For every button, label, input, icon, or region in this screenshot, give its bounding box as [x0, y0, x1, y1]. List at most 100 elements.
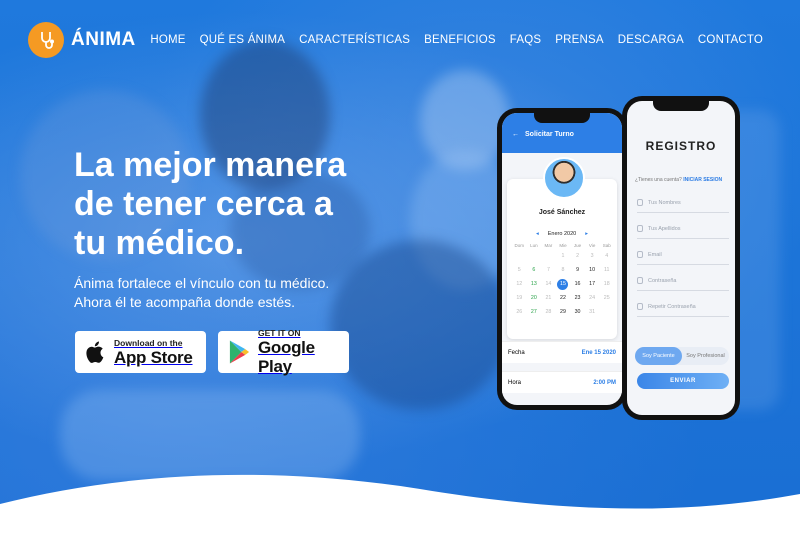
calendar-day[interactable]: 16: [570, 281, 585, 287]
app-store-button[interactable]: Download on the App Store: [75, 331, 206, 373]
bottom-wave: [0, 474, 800, 534]
phone-notch: [653, 101, 709, 111]
brand-name: ÁNIMA: [71, 29, 136, 50]
apple-icon: [86, 341, 104, 363]
app-store-big: App Store: [114, 347, 193, 367]
field-nombres[interactable]: Tus Nombres: [637, 193, 729, 213]
calendar-weekdays: Dom Lun Mar Mie Jue Vie Sab: [512, 241, 614, 249]
headline-line: La mejor manera: [74, 146, 347, 184]
hora-row[interactable]: Hora 2:00 PM: [502, 371, 622, 393]
fecha-row[interactable]: Fecha Ene 15 2020: [502, 341, 622, 363]
nav-item-home[interactable]: HOME: [143, 34, 192, 46]
calendar-day[interactable]: 25: [599, 295, 614, 301]
fecha-value: Ene 15 2020: [581, 349, 616, 356]
weekday-label: Mie: [559, 242, 567, 248]
google-play-text: GET IT ON Google Play: [258, 328, 349, 376]
turno-screen: ← Solicitar Turno José Sánchez ◂ Enero 202…: [502, 113, 622, 405]
brand-logo[interactable]: ÁNIMA: [28, 22, 136, 58]
toggle-patient[interactable]: Soy Paciente: [635, 347, 682, 365]
doctor-avatar: [543, 157, 585, 199]
weekday-label: Jue: [573, 242, 582, 248]
turno-title: Solicitar Turno: [525, 131, 574, 138]
fecha-label: Fecha: [508, 349, 525, 356]
calendar-day[interactable]: 3: [585, 253, 600, 259]
doctor-name: José Sánchez: [538, 209, 586, 216]
calendar-week: 12 13 14 15 16 17 18: [512, 277, 614, 291]
calendar-day[interactable]: 1: [556, 253, 571, 259]
nav-item-caracteristicas[interactable]: CARACTERÍSTICAS: [292, 34, 417, 46]
calendar-day[interactable]: 5: [512, 267, 527, 273]
calendar-day[interactable]: 14: [541, 281, 556, 287]
calendar-day[interactable]: 30: [570, 309, 585, 315]
hora-value: 2:00 PM: [593, 379, 616, 386]
calendar-day[interactable]: 12: [512, 281, 527, 287]
calendar-day[interactable]: 22: [556, 295, 571, 301]
calendar-day[interactable]: 24: [585, 295, 600, 301]
calendar-day[interactable]: 15: [557, 278, 569, 290]
weekday-label: Vie: [588, 242, 596, 248]
hero-subtitle: Ánima fortalece el vínculo con tu médico…: [74, 274, 374, 312]
role-toggle[interactable]: Soy Paciente Soy Profesional: [635, 347, 729, 365]
calendar-day[interactable]: 17: [585, 281, 600, 287]
google-play-small: GET IT ON: [258, 328, 301, 338]
chevron-left-icon[interactable]: ◂: [536, 231, 539, 237]
calendar-day[interactable]: 10: [585, 267, 600, 273]
calendar-day[interactable]: 21: [541, 295, 556, 301]
subtitle-line: Ahora él te acompaña donde estés.: [74, 294, 296, 310]
field-label: Tus Nombres: [648, 199, 681, 206]
calendar-day[interactable]: 29: [556, 309, 571, 315]
calendar-month: ◂ Enero 2020 ▸: [502, 231, 622, 237]
calendar-week: 1234: [512, 249, 614, 263]
weekday-label: Lun: [530, 242, 538, 248]
field-password[interactable]: Contraseña: [637, 271, 729, 291]
stethoscope-icon: [28, 22, 64, 58]
nav-item-que-es[interactable]: QUÉ ES ÁNIMA: [193, 34, 292, 46]
weekday-label: Dom: [514, 242, 525, 248]
chevron-right-icon[interactable]: ▸: [585, 231, 588, 237]
calendar-day[interactable]: 7: [541, 267, 556, 273]
hora-label: Hora: [508, 379, 522, 386]
app-store-text: Download on the App Store: [114, 338, 193, 367]
field-label: Email: [648, 251, 662, 258]
toggle-doctor[interactable]: Soy Profesional: [682, 347, 729, 365]
nav-item-beneficios[interactable]: BENEFICIOS: [417, 34, 503, 46]
nav-item-prensa[interactable]: PRENSA: [548, 34, 611, 46]
user-icon: [637, 225, 643, 232]
calendar-day[interactable]: 19: [512, 295, 527, 301]
subtitle-line: Ánima fortalece el vínculo con tu médico…: [74, 275, 330, 291]
phone-notch: [534, 113, 590, 123]
calendar-week: 19 20 21 22 23 24 25: [512, 291, 614, 305]
calendar-day[interactable]: 28: [541, 309, 556, 315]
field-apellidos[interactable]: Tus Apellidos: [637, 219, 729, 239]
submit-button[interactable]: ENVIAR: [637, 373, 729, 389]
login-link[interactable]: INICIAR SESION: [683, 177, 722, 183]
hero-headline: La mejor manera de tener cerca a tu médi…: [74, 146, 434, 263]
google-play-icon: [229, 340, 250, 364]
nav-item-faqs[interactable]: FAQS: [503, 34, 548, 46]
calendar-day[interactable]: 18: [599, 281, 614, 287]
calendar-day[interactable]: 11: [599, 267, 614, 273]
calendar-day[interactable]: 4: [599, 253, 614, 259]
nav-item-descarga[interactable]: DESCARGA: [611, 34, 691, 46]
headline-line: tu médico.: [74, 224, 245, 262]
registro-screen: REGISTRO ¿Tienes una cuenta? INICIAR SES…: [627, 101, 735, 415]
weekday-label: Sab: [602, 242, 611, 248]
field-email[interactable]: Email: [637, 245, 729, 265]
calendar-day[interactable]: 23: [570, 295, 585, 301]
calendar-week: 26 27 28 29 30 31: [512, 305, 614, 319]
month-label: Enero 2020: [547, 231, 577, 237]
calendar-day[interactable]: 27: [527, 309, 542, 315]
back-arrow-icon[interactable]: ←: [512, 131, 519, 138]
calendar-day[interactable]: 26: [512, 309, 527, 315]
calendar-day[interactable]: 13: [527, 281, 542, 287]
field-repeat-password[interactable]: Repetir Contraseña: [637, 297, 729, 317]
calendar-day[interactable]: 6: [527, 267, 542, 273]
calendar-day[interactable]: 9: [570, 267, 585, 273]
calendar-day[interactable]: 8: [556, 267, 571, 273]
calendar-day[interactable]: 31: [585, 309, 600, 315]
calendar-day[interactable]: 20: [527, 295, 542, 301]
calendar-day[interactable]: 2: [570, 253, 585, 259]
registro-question-text: ¿Tienes una cuenta?: [635, 177, 682, 183]
google-play-button[interactable]: GET IT ON Google Play: [218, 328, 349, 376]
nav-item-contacto[interactable]: CONTACTO: [691, 34, 770, 46]
